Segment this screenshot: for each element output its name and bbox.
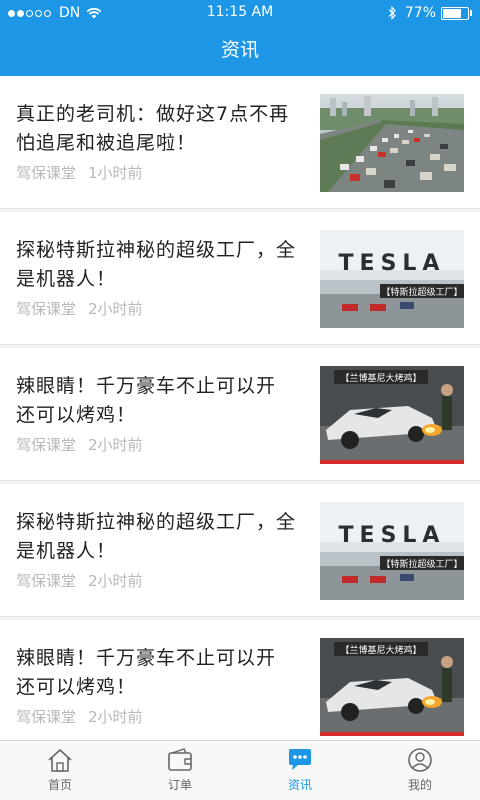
bottom-tab-bar: 首页 订单 资讯 我的 bbox=[0, 740, 480, 800]
news-item[interactable]: 真正的老司机：做好这7点不再怕追尾和被追尾啦！ 驾保课堂 1小时前 bbox=[0, 76, 480, 209]
news-list[interactable]: 真正的老司机：做好这7点不再怕追尾和被追尾啦！ 驾保课堂 1小时前 探秘特斯拉神秘… bbox=[0, 76, 480, 740]
tab-label: 首页 bbox=[47, 778, 72, 792]
tesla-sign-text: TESLA bbox=[339, 251, 446, 276]
news-meta: 驾保课堂 2小时前 bbox=[16, 434, 143, 455]
thumbnail-caption: 【特斯拉超级工厂】 bbox=[381, 558, 462, 570]
tab-orders[interactable]: 订单 bbox=[120, 741, 240, 800]
thumbnail-caption: 【兰博基尼大烤鸡】 bbox=[340, 644, 421, 656]
news-source: 驾保课堂 bbox=[16, 300, 77, 318]
news-time: 2小时前 bbox=[88, 436, 143, 454]
tab-label: 资讯 bbox=[287, 778, 312, 792]
nav-bar: 资讯 bbox=[0, 26, 480, 76]
news-item[interactable]: 探秘特斯拉神秘的超级工厂，全是机器人！ 驾保课堂 2小时前 TESLA 【特斯拉超… bbox=[0, 212, 480, 345]
news-title: 辣眼睛！千万豪车不止可以开 还可以烤鸡！ bbox=[16, 647, 277, 698]
news-meta: 驾保课堂 2小时前 bbox=[16, 706, 143, 727]
news-source: 驾保课堂 bbox=[16, 164, 77, 182]
chat-bubble-icon bbox=[289, 749, 311, 770]
news-item[interactable]: 探秘特斯拉神秘的超级工厂，全是机器人！ 驾保课堂 2小时前 TESLA 【特斯拉超… bbox=[0, 484, 480, 617]
news-meta: 驾保课堂 2小时前 bbox=[16, 570, 143, 591]
tesla-sign-text: TESLA bbox=[339, 523, 446, 548]
thumbnail-caption: 【特斯拉超级工厂】 bbox=[381, 286, 462, 298]
news-time: 2小时前 bbox=[88, 572, 143, 590]
news-meta: 驾保课堂 2小时前 bbox=[16, 298, 143, 319]
news-time: 2小时前 bbox=[88, 300, 143, 318]
news-time: 1小时前 bbox=[88, 164, 143, 182]
home-icon bbox=[48, 748, 72, 772]
news-thumbnail: 【兰博基尼大烤鸡】 bbox=[320, 366, 464, 464]
news-thumbnail: TESLA 【特斯拉超级工厂】 bbox=[320, 230, 464, 328]
tab-home[interactable]: 首页 bbox=[0, 741, 120, 800]
battery-icon bbox=[441, 6, 469, 20]
status-bar: DN 11:15 AM 77% bbox=[0, 0, 480, 26]
thumbnail-caption: 【兰博基尼大烤鸡】 bbox=[340, 372, 421, 384]
news-item[interactable]: 辣眼睛！千万豪车不止可以开 还可以烤鸡！ 驾保课堂 2小时前 【兰博基尼大烤鸡】 bbox=[0, 348, 480, 481]
news-title: 辣眼睛！千万豪车不止可以开 还可以烤鸡！ bbox=[16, 375, 277, 426]
bluetooth-icon bbox=[388, 6, 396, 20]
tab-profile[interactable]: 我的 bbox=[360, 741, 480, 800]
news-thumbnail bbox=[320, 94, 464, 192]
news-title: 探秘特斯拉神秘的超级工厂，全是机器人！ bbox=[16, 511, 297, 562]
news-title: 探秘特斯拉神秘的超级工厂，全是机器人！ bbox=[16, 239, 297, 290]
news-source: 驾保课堂 bbox=[16, 708, 77, 726]
news-meta: 驾保课堂 1小时前 bbox=[16, 162, 143, 183]
news-time: 2小时前 bbox=[88, 708, 143, 726]
news-thumbnail: 【兰博基尼大烤鸡】 bbox=[320, 638, 464, 736]
user-icon bbox=[408, 748, 432, 772]
tab-news[interactable]: 资讯 bbox=[240, 741, 360, 800]
news-source: 驾保课堂 bbox=[16, 436, 77, 454]
news-thumbnail: TESLA 【特斯拉超级工厂】 bbox=[320, 502, 464, 600]
tab-label: 订单 bbox=[167, 778, 192, 792]
news-title: 真正的老司机：做好这7点不再怕追尾和被追尾啦！ bbox=[16, 103, 290, 154]
tab-label: 我的 bbox=[407, 778, 432, 792]
wallet-icon bbox=[168, 748, 192, 771]
news-source: 驾保课堂 bbox=[16, 572, 77, 590]
battery-percentage: 77% bbox=[404, 5, 436, 21]
page-title: 资讯 bbox=[220, 39, 259, 61]
news-item[interactable]: 辣眼睛！千万豪车不止可以开 还可以烤鸡！ 驾保课堂 2小时前 【兰博基尼大烤鸡】 bbox=[0, 620, 480, 740]
